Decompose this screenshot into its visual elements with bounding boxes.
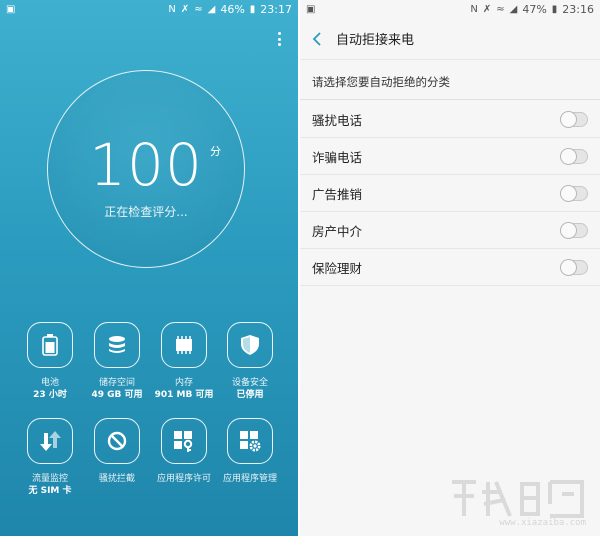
- tile-battery[interactable]: 电池 23 小时: [17, 322, 83, 401]
- list-item[interactable]: 广告推销: [300, 175, 600, 212]
- toggle-switch[interactable]: [560, 184, 588, 202]
- battery-percent: 46%: [220, 2, 245, 16]
- tile-memory[interactable]: 内存 901 MB 可用: [151, 322, 217, 401]
- tile-storage[interactable]: 储存空间 49 GB 可用: [84, 322, 150, 401]
- score-status: 正在检查评分...: [104, 205, 188, 219]
- toggle-switch[interactable]: [560, 221, 588, 239]
- battery-icon: [27, 322, 73, 368]
- tile-label: 电池: [40, 378, 59, 388]
- item-label: 广告推销: [312, 186, 363, 202]
- signal-icon: ◢: [207, 3, 216, 15]
- mute-icon: ✗: [180, 3, 190, 15]
- status-bar: ▣ N ✗ ≈ ◢ 47% ▮ 23:16: [300, 0, 600, 18]
- clock: 23:17: [260, 2, 292, 16]
- mute-icon: ✗: [482, 3, 492, 15]
- wifi-icon: ≈: [194, 3, 203, 15]
- app-permission-icon: [161, 418, 207, 464]
- app-bar: 自动拒接来电: [300, 18, 600, 60]
- item-label: 骚扰电话: [312, 112, 363, 128]
- auto-reject-calls-screen: ▣ N ✗ ≈ ◢ 47% ▮ 23:16 自动拒接来电 请选择您要自动拒绝的分…: [300, 0, 600, 536]
- site-watermark-logo: www.xiazaiba.com: [442, 474, 592, 534]
- tile-value: 901 MB 可用: [154, 390, 214, 400]
- back-button[interactable]: [300, 18, 334, 60]
- tile-label: 应用程序许可: [156, 474, 211, 484]
- wifi-icon: ≈: [496, 3, 505, 15]
- score-value: 100: [89, 131, 203, 199]
- tile-label: 流量监控: [31, 474, 68, 484]
- item-label: 保险理财: [312, 260, 363, 276]
- nfc-icon: N: [470, 3, 478, 15]
- tile-label: 应用程序管理: [222, 474, 277, 484]
- battery-percent: 47%: [522, 2, 547, 16]
- toggle-switch[interactable]: [560, 147, 588, 165]
- tile-call-blocking[interactable]: 骚扰拦截: [84, 418, 150, 485]
- chevron-left-icon: [312, 31, 321, 46]
- score-circle: 100 分 正在检查评分...: [47, 70, 245, 268]
- tile-value: 23 小时: [33, 390, 67, 400]
- gallery-notification-icon: ▣: [306, 3, 316, 15]
- category-list: 骚扰电话 诈骗电话 广告推销 房产中介 保险理财: [300, 101, 600, 286]
- list-item[interactable]: 保险理财: [300, 249, 600, 286]
- battery-status-icon: ▮: [249, 3, 256, 15]
- tile-device-security[interactable]: 设备安全 已停用: [217, 322, 283, 401]
- block-icon: [94, 418, 140, 464]
- toggle-switch[interactable]: [560, 258, 588, 276]
- status-bar: ▣ N ✗ ≈ ◢ 46% ▮ 23:17: [0, 0, 298, 18]
- tile-label: 骚扰拦截: [98, 474, 135, 484]
- tile-label: 储存空间: [98, 378, 135, 388]
- tile-value: 已停用: [236, 390, 264, 400]
- battery-status-icon: ▮: [551, 3, 558, 15]
- shield-icon: [227, 322, 273, 368]
- more-options-icon[interactable]: [278, 32, 282, 46]
- nfc-icon: N: [168, 3, 176, 15]
- data-usage-icon: [27, 418, 73, 464]
- page-title: 自动拒接来电: [336, 33, 415, 48]
- memory-icon: [161, 322, 207, 368]
- tile-app-management[interactable]: 应用程序管理: [217, 418, 283, 485]
- device-maintenance-screen: ▣ N ✗ ≈ ◢ 46% ▮ 23:17 100 分 正在检查评分... 电池…: [0, 0, 298, 536]
- tile-label: 设备安全: [231, 378, 268, 388]
- section-description: 请选择您要自动拒绝的分类: [300, 64, 600, 100]
- list-item[interactable]: 房产中介: [300, 212, 600, 249]
- tile-data-usage[interactable]: 流量监控 无 SIM 卡: [17, 418, 83, 497]
- list-item[interactable]: 诈骗电话: [300, 138, 600, 175]
- list-item[interactable]: 骚扰电话: [300, 101, 600, 138]
- watermark-url: www.xiazaiba.com: [499, 518, 586, 528]
- tile-app-permissions[interactable]: 应用程序许可: [151, 418, 217, 485]
- item-label: 诈骗电话: [312, 149, 363, 165]
- score-unit: 分: [210, 145, 221, 158]
- clock: 23:16: [562, 2, 594, 16]
- app-manager-icon: [227, 418, 273, 464]
- tile-label: 内存: [174, 378, 193, 388]
- tile-value: 无 SIM 卡: [28, 486, 72, 496]
- item-label: 房产中介: [312, 223, 363, 239]
- gallery-notification-icon: ▣: [6, 3, 16, 15]
- signal-icon: ◢: [509, 3, 518, 15]
- tile-value: 49 GB 可用: [91, 390, 143, 400]
- toggle-switch[interactable]: [560, 110, 588, 128]
- storage-icon: [94, 322, 140, 368]
